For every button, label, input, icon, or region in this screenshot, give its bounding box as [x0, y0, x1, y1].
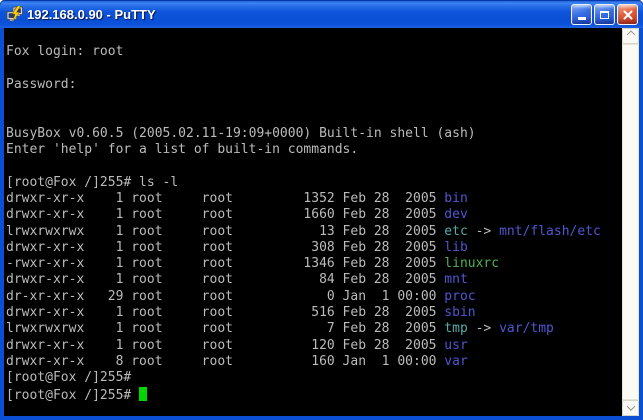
close-button[interactable] — [617, 4, 638, 25]
window-content: Fox login: root Password: BusyBox v0.60.5 … — [4, 28, 639, 416]
terminal-line — [6, 109, 622, 125]
terminal-line: Enter 'help' for a list of built-in comm… — [6, 142, 622, 158]
close-icon — [623, 10, 633, 20]
putty-icon[interactable] — [6, 6, 23, 23]
terminal[interactable]: Fox login: root Password: BusyBox v0.60.5 … — [4, 28, 622, 416]
terminal-line: [root@Fox /]255# ls -l — [6, 175, 622, 191]
terminal-line: drwxr-xr-x 1 root root 1352 Feb 28 2005 … — [6, 191, 622, 207]
terminal-line: drwxr-xr-x 1 root root 516 Feb 28 2005 s… — [6, 305, 622, 321]
scroll-down-button[interactable] — [622, 400, 639, 416]
minimize-icon — [578, 17, 586, 20]
terminal-line: BusyBox v0.60.5 (2005.02.11-19:09+0000) … — [6, 126, 622, 142]
terminal-line: lrwxrwxrwx 1 root root 13 Feb 28 2005 et… — [6, 224, 622, 240]
terminal-line: [root@Fox /]255# — [6, 370, 622, 386]
minimize-button[interactable] — [571, 4, 592, 25]
scrollbar-thumb[interactable] — [622, 44, 639, 400]
window-title: 192.168.0.90 - PuTTY — [27, 7, 571, 22]
maximize-icon — [600, 11, 609, 19]
terminal-line: lrwxrwxrwx 1 root root 7 Feb 28 2005 tmp… — [6, 321, 622, 337]
terminal-line — [6, 28, 622, 44]
chevron-down-icon — [626, 402, 634, 410]
window-controls — [571, 4, 638, 25]
window-frame: Fox login: root Password: BusyBox v0.60.5 … — [0, 28, 643, 420]
scrollbar-track[interactable] — [622, 44, 639, 400]
terminal-line: drwxr-xr-x 8 root root 160 Jan 1 00:00 v… — [6, 354, 622, 370]
terminal-line: Fox login: root — [6, 44, 622, 60]
terminal-line — [6, 93, 622, 109]
terminal-line: drwxr-xr-x 1 root root 1660 Feb 28 2005 … — [6, 207, 622, 223]
terminal-line: drwxr-xr-x 1 root root 120 Feb 28 2005 u… — [6, 338, 622, 354]
terminal-output: Fox login: root Password: BusyBox v0.60.5 … — [6, 28, 622, 403]
maximize-button[interactable] — [594, 4, 615, 25]
chevron-up-icon — [626, 30, 634, 38]
terminal-cursor — [139, 387, 147, 401]
putty-window: 192.168.0.90 - PuTTY Fox login: root Pass… — [0, 0, 643, 420]
terminal-line: Password: — [6, 77, 622, 93]
terminal-line — [6, 158, 622, 174]
titlebar[interactable]: 192.168.0.90 - PuTTY — [0, 0, 643, 28]
terminal-line — [6, 61, 622, 77]
terminal-line: -rwxr-xr-x 1 root root 1346 Feb 28 2005 … — [6, 256, 622, 272]
scrollbar[interactable] — [622, 28, 639, 416]
terminal-line: drwxr-xr-x 1 root root 308 Feb 28 2005 l… — [6, 240, 622, 256]
terminal-line: dr-xr-xr-x 29 root root 0 Jan 1 00:00 pr… — [6, 289, 622, 305]
terminal-line: [root@Fox /]255# — [6, 387, 622, 403]
scroll-up-button[interactable] — [622, 28, 639, 44]
terminal-line: drwxr-xr-x 1 root root 84 Feb 28 2005 mn… — [6, 272, 622, 288]
